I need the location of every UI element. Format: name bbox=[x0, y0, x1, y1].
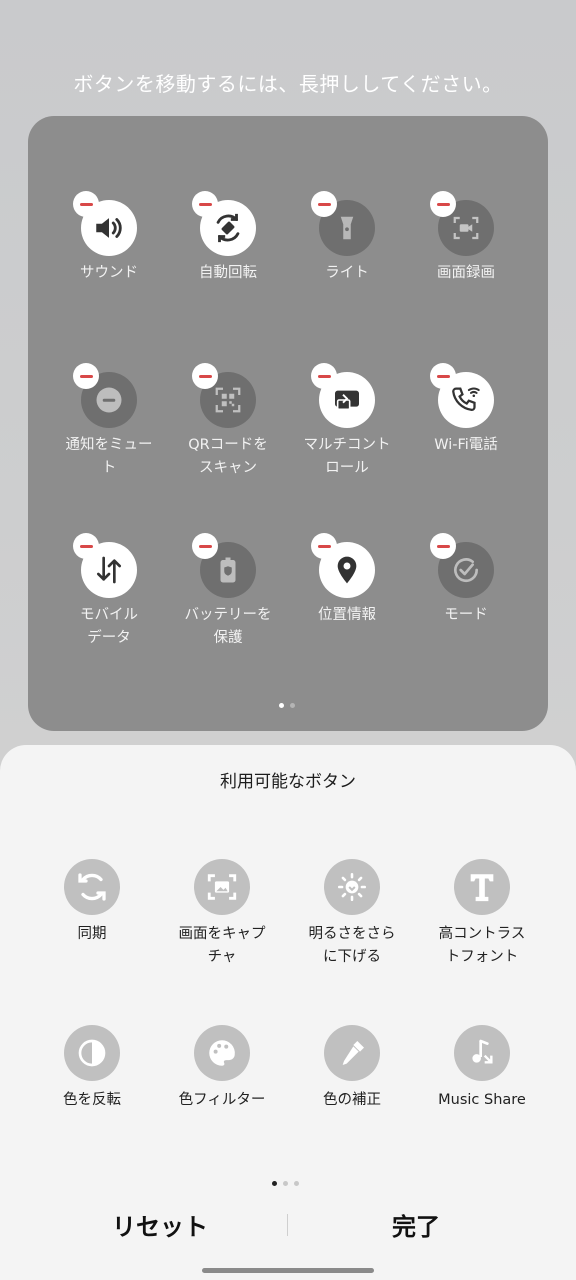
tile-location[interactable]: 位置情報 bbox=[292, 533, 402, 627]
flashlight-icon bbox=[340, 216, 354, 240]
page-dot bbox=[294, 1181, 299, 1186]
mobile-data-icon bbox=[97, 556, 121, 584]
page-dot bbox=[272, 1181, 277, 1186]
color-correction-icon bbox=[342, 1041, 364, 1065]
tile-battery-protect[interactable]: バッテリーを 保護 bbox=[173, 533, 283, 650]
available-color-correction[interactable]: 色の補正 bbox=[292, 1025, 412, 1112]
tile-qr-scan[interactable]: QRコードを スキャン bbox=[173, 363, 283, 480]
page-dot bbox=[283, 1181, 288, 1186]
instruction-text: ボタンを移動するには、長押ししてください。 bbox=[73, 72, 503, 96]
available-high-contrast-font[interactable]: 高コントラス トフォント bbox=[422, 859, 542, 969]
mode-icon bbox=[454, 558, 479, 583]
remove-badge[interactable] bbox=[311, 363, 337, 389]
active-buttons-panel: サウンド 自動回転 ライト 画面録画 通知をミュー ト QRコードを スキャン … bbox=[28, 116, 548, 731]
rotate-icon bbox=[216, 213, 240, 243]
tile-screen-record[interactable]: 画面録画 bbox=[411, 191, 521, 285]
available-extra-dim[interactable]: 明るさをさら に下げる bbox=[292, 859, 412, 969]
panel-page-indicator bbox=[279, 703, 295, 708]
remove-badge[interactable] bbox=[311, 533, 337, 559]
available-buttons-sheet: 利用可能なボタン 同期 画面をキャプ チャ 明るさをさら に下げる 高コントラス… bbox=[0, 745, 576, 1280]
remove-badge[interactable] bbox=[311, 191, 337, 217]
home-indicator[interactable] bbox=[202, 1268, 374, 1273]
music-share-icon bbox=[472, 1039, 493, 1064]
tile-wifi-call[interactable]: Wi-Fi電話 bbox=[411, 363, 521, 457]
tile-mute-notifications[interactable]: 通知をミュー ト bbox=[54, 363, 164, 480]
speaker-icon bbox=[96, 218, 122, 238]
qr-scan-icon bbox=[215, 387, 241, 413]
tile-mode[interactable]: モード bbox=[411, 533, 521, 627]
remove-badge[interactable] bbox=[73, 363, 99, 389]
screen-record-icon bbox=[453, 216, 479, 240]
tile-multi-control[interactable]: マルチコント ロール bbox=[292, 363, 402, 480]
remove-badge[interactable] bbox=[192, 191, 218, 217]
capture-icon bbox=[207, 874, 237, 900]
wifi-call-icon bbox=[452, 387, 480, 412]
high-contrast-font-icon bbox=[470, 874, 494, 902]
multi-control-icon bbox=[335, 390, 359, 411]
battery-protect-icon bbox=[220, 557, 236, 583]
reset-button[interactable]: リセット bbox=[16, 1207, 304, 1242]
remove-badge[interactable] bbox=[430, 363, 456, 389]
available-capture[interactable]: 画面をキャプ チャ bbox=[162, 859, 282, 969]
remove-badge[interactable] bbox=[430, 191, 456, 217]
tile-sound[interactable]: サウンド bbox=[54, 191, 164, 285]
remove-badge[interactable] bbox=[430, 533, 456, 559]
sheet-title: 利用可能なボタン bbox=[220, 772, 356, 792]
color-filter-icon bbox=[209, 1040, 235, 1066]
mute-icon bbox=[96, 387, 122, 413]
sheet-page-indicator bbox=[272, 1181, 299, 1186]
location-icon bbox=[337, 556, 357, 584]
available-sync[interactable]: 同期 bbox=[32, 859, 152, 946]
tile-mobile-data[interactable]: モバイル データ bbox=[54, 533, 164, 650]
available-music-share[interactable]: Music Share bbox=[422, 1025, 542, 1112]
sync-icon bbox=[78, 873, 106, 901]
remove-badge[interactable] bbox=[73, 533, 99, 559]
remove-badge[interactable] bbox=[73, 191, 99, 217]
remove-badge[interactable] bbox=[192, 533, 218, 559]
extra-dim-icon bbox=[337, 872, 367, 902]
tile-flashlight[interactable]: ライト bbox=[292, 191, 402, 285]
done-button[interactable]: 完了 bbox=[272, 1207, 560, 1242]
invert-colors-icon bbox=[78, 1039, 106, 1067]
remove-badge[interactable] bbox=[192, 363, 218, 389]
available-invert-colors[interactable]: 色を反転 bbox=[32, 1025, 152, 1112]
page-dot bbox=[290, 703, 295, 708]
page-dot bbox=[279, 703, 284, 708]
available-color-filter[interactable]: 色フィルター bbox=[162, 1025, 282, 1112]
tile-auto-rotate[interactable]: 自動回転 bbox=[173, 191, 283, 285]
